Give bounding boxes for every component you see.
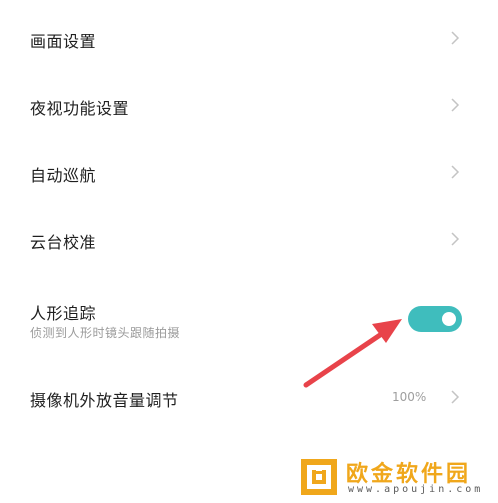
speaker-volume-value: 100% [392, 390, 427, 404]
setting-row-speaker-volume[interactable]: 摄像机外放音量调节 100% [0, 367, 498, 427]
setting-label-speaker-volume: 摄像机外放音量调节 [30, 391, 179, 410]
chevron-right-icon [451, 390, 460, 404]
setting-label-auto-cruise: 自动巡航 [30, 166, 97, 185]
setting-label-human-tracking: 人形追踪 [30, 304, 97, 323]
chevron-right-icon [451, 31, 460, 45]
setting-row-picture[interactable]: 画面设置 [0, 8, 498, 68]
setting-label-gimbal-calibration: 云台校准 [30, 233, 97, 252]
watermark-logo-icon [301, 459, 337, 495]
setting-label-night-vision: 夜视功能设置 [30, 99, 130, 118]
camera-settings-screen: 画面设置 夜视功能设置 自动巡航 云台校准 人形追踪 侦测到人形时镜头跟随拍摄 … [0, 0, 498, 503]
setting-row-night-vision[interactable]: 夜视功能设置 [0, 75, 498, 135]
setting-description-human-tracking: 侦测到人形时镜头跟随拍摄 [30, 326, 181, 340]
human-tracking-toggle[interactable] [408, 306, 462, 332]
watermark: 欧金软件园 www.apoujin.com [296, 452, 494, 500]
watermark-url: www.apoujin.com [348, 484, 484, 495]
toggle-knob [442, 312, 456, 326]
chevron-right-icon [451, 165, 460, 179]
setting-label-picture: 画面设置 [30, 32, 97, 51]
setting-row-auto-cruise[interactable]: 自动巡航 [0, 142, 498, 202]
chevron-right-icon [451, 98, 460, 112]
chevron-right-icon [451, 232, 460, 246]
setting-row-gimbal-calibration[interactable]: 云台校准 [0, 209, 498, 269]
